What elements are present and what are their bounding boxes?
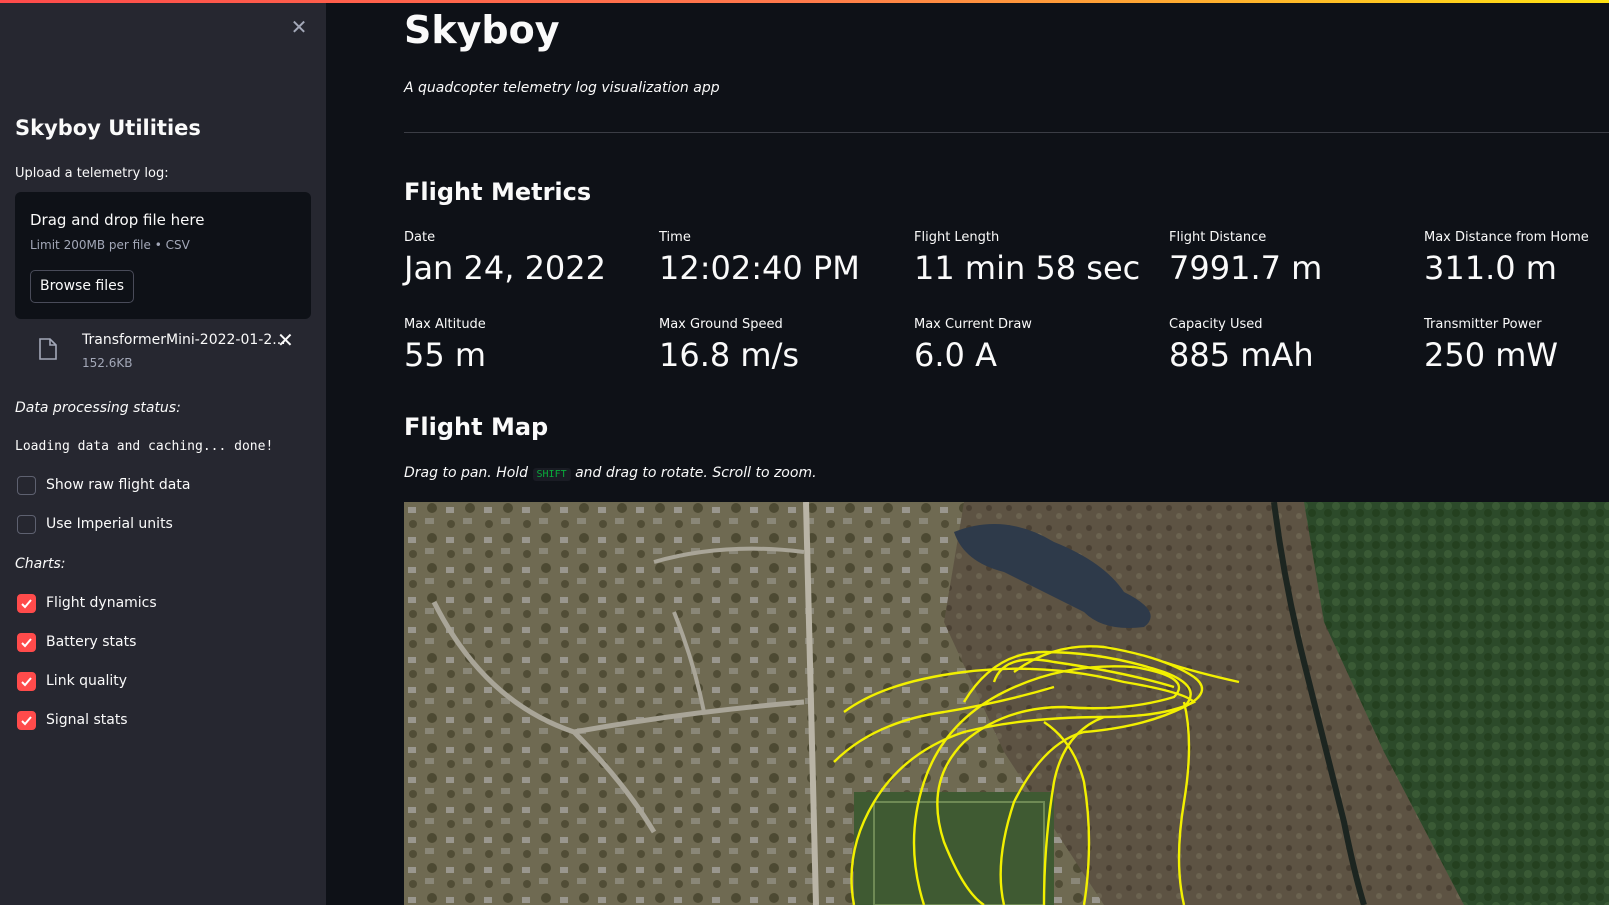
- metric-value: 885 mAh: [1169, 336, 1314, 374]
- sports-field: [854, 792, 1054, 905]
- metric-label: Flight Distance: [1169, 230, 1267, 245]
- status-text: Loading data and caching... done!: [15, 439, 274, 454]
- sidebar-title: Skyboy Utilities: [15, 116, 201, 140]
- metric-value: Jan 24, 2022: [404, 249, 606, 287]
- checkbox-label: Flight dynamics: [46, 595, 157, 611]
- checkbox-box[interactable]: [17, 671, 36, 691]
- close-sidebar-icon[interactable]: ✕: [288, 16, 310, 38]
- shift-key-badge: SHIFT: [532, 468, 571, 481]
- map-hint-text: Drag to pan. Hold: [404, 465, 533, 481]
- metric-transmitter-power: Transmitter Power 250 mW: [1424, 317, 1609, 374]
- metric-max-distance-home: Max Distance from Home 311.0 m: [1424, 230, 1609, 287]
- map-hint-text-end: and drag to rotate. Scroll to zoom.: [570, 465, 817, 481]
- metric-label: Max Current Draw: [914, 317, 1032, 332]
- charts-label: Charts:: [15, 556, 66, 572]
- checkbox-label: Use Imperial units: [46, 516, 173, 532]
- upload-label: Upload a telemetry log:: [15, 166, 169, 181]
- checkbox-show-raw-data[interactable]: Show raw flight data: [17, 475, 190, 495]
- metric-value: 12:02:40 PM: [659, 249, 860, 287]
- dropzone-title: Drag and drop file here: [30, 211, 205, 229]
- metrics-heading: Flight Metrics: [404, 178, 592, 206]
- file-icon: [39, 338, 57, 360]
- sidebar: ✕ Skyboy Utilities Upload a telemetry lo…: [0, 0, 326, 905]
- metric-time: Time 12:02:40 PM: [659, 230, 909, 287]
- metric-label: Date: [404, 230, 436, 245]
- main-content: Skyboy A quadcopter telemetry log visual…: [326, 0, 1609, 905]
- checkbox-label: Signal stats: [46, 712, 128, 728]
- file-dropzone[interactable]: Drag and drop file here Limit 200MB per …: [15, 192, 311, 319]
- dropzone-limit: Limit 200MB per file • CSV: [30, 238, 190, 252]
- metric-label: Max Distance from Home: [1424, 230, 1589, 245]
- metric-flight-distance: Flight Distance 7991.7 m: [1169, 230, 1419, 287]
- checkbox-box[interactable]: [17, 475, 36, 495]
- metric-label: Capacity Used: [1169, 317, 1263, 332]
- map-heading: Flight Map: [404, 413, 549, 441]
- checkbox-box[interactable]: [17, 514, 36, 534]
- page-subtitle: A quadcopter telemetry log visualization…: [404, 80, 720, 96]
- check-icon: [21, 676, 32, 686]
- checkbox-label: Show raw flight data: [46, 477, 191, 493]
- status-label: Data processing status:: [15, 400, 181, 416]
- checkbox-imperial-units[interactable]: Use Imperial units: [17, 514, 173, 534]
- checkbox-battery-stats[interactable]: Battery stats: [17, 632, 136, 652]
- checkbox-label: Battery stats: [46, 634, 137, 650]
- map-hint: Drag to pan. Hold SHIFT and drag to rota…: [404, 465, 817, 481]
- check-icon: [21, 637, 32, 647]
- metric-value: 311.0 m: [1424, 249, 1557, 287]
- metric-value: 16.8 m/s: [659, 336, 800, 374]
- checkbox-box[interactable]: [17, 632, 36, 652]
- metric-capacity-used: Capacity Used 885 mAh: [1169, 317, 1419, 374]
- metric-value: 6.0 A: [914, 336, 997, 374]
- checkbox-box[interactable]: [17, 593, 36, 613]
- metric-label: Max Ground Speed: [659, 317, 783, 332]
- metric-max-current-draw: Max Current Draw 6.0 A: [914, 317, 1164, 374]
- metric-value: 7991.7 m: [1169, 249, 1323, 287]
- browse-files-button[interactable]: Browse files: [30, 270, 134, 303]
- file-size: 152.6KB: [82, 356, 133, 370]
- remove-file-icon[interactable]: ✕: [277, 328, 294, 352]
- checkbox-flight-dynamics[interactable]: Flight dynamics: [17, 593, 157, 613]
- metric-max-ground-speed: Max Ground Speed 16.8 m/s: [659, 317, 909, 374]
- satellite-map[interactable]: [404, 502, 1609, 905]
- check-icon: [21, 598, 32, 608]
- metric-label: Flight Length: [914, 230, 1000, 245]
- flight-map[interactable]: [404, 502, 1609, 905]
- divider: [404, 132, 1609, 133]
- metric-label: Transmitter Power: [1424, 317, 1542, 332]
- page-title: Skyboy: [404, 8, 560, 52]
- checkbox-signal-stats[interactable]: Signal stats: [17, 710, 128, 730]
- metric-label: Time: [659, 230, 691, 245]
- uploaded-file: TransformerMini-2022-01-2... 152.6KB ✕: [15, 326, 311, 374]
- check-icon: [21, 715, 32, 725]
- metric-value: 250 mW: [1424, 336, 1559, 374]
- metric-value: 55 m: [404, 336, 487, 374]
- checkbox-box[interactable]: [17, 710, 36, 730]
- checkbox-label: Link quality: [46, 673, 128, 689]
- metric-date: Date Jan 24, 2022: [404, 230, 654, 287]
- metric-label: Max Altitude: [404, 317, 486, 332]
- metric-value: 11 min 58 sec: [914, 249, 1141, 287]
- file-name: TransformerMini-2022-01-2...: [82, 332, 286, 348]
- metric-flight-length: Flight Length 11 min 58 sec: [914, 230, 1164, 287]
- top-decoration-bar: [0, 0, 1609, 3]
- metric-max-altitude: Max Altitude 55 m: [404, 317, 654, 374]
- checkbox-link-quality[interactable]: Link quality: [17, 671, 127, 691]
